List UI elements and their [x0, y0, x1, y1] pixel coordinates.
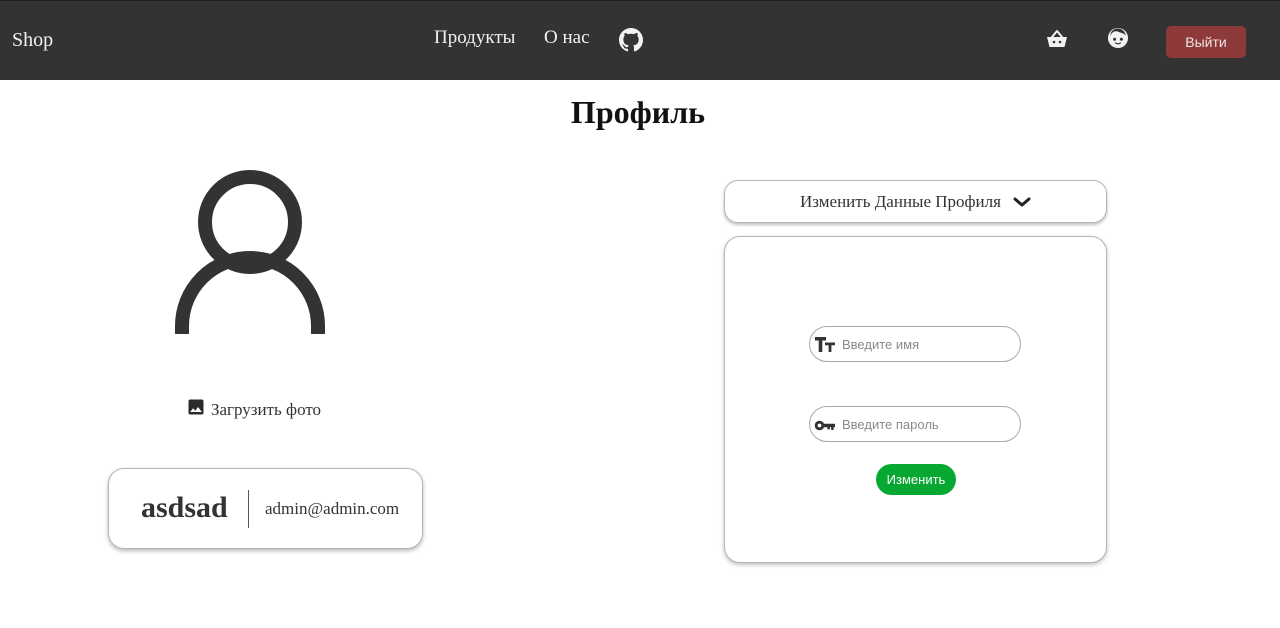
image-icon [188, 399, 204, 415]
user-avatar-icon [175, 170, 325, 334]
github-icon[interactable] [619, 28, 643, 52]
name-input[interactable] [842, 332, 1010, 356]
upload-photo-label: Загрузить фото [211, 400, 322, 419]
user-info-card: asdsad admin@admin.com [108, 468, 423, 549]
user-face-icon[interactable] [1107, 27, 1129, 49]
change-button[interactable]: Изменить [876, 464, 956, 495]
upload-photo-button[interactable]: Загрузить фото [186, 399, 322, 420]
basket-icon[interactable] [1046, 29, 1068, 49]
user-email: admin@admin.com [265, 499, 400, 518]
edit-profile-toggle[interactable]: Изменить Данные Профиля [724, 180, 1107, 223]
navbar: Shop Продукты О нас Выйти [0, 0, 1280, 80]
key-icon [814, 420, 835, 431]
nav-link-about[interactable]: О нас [544, 27, 590, 49]
password-input[interactable] [842, 412, 1010, 436]
brand-link[interactable]: Shop [12, 29, 53, 52]
card-divider [248, 490, 249, 528]
logout-button[interactable]: Выйти [1166, 26, 1246, 58]
edit-profile-toggle-label: Изменить Данные Профиля [800, 191, 1001, 211]
username: asdsad [141, 491, 228, 524]
page-title: Профиль [570, 94, 706, 130]
text-size-icon [815, 337, 835, 352]
password-field [809, 406, 1021, 442]
edit-profile-panel: Изменить [724, 236, 1107, 563]
chevron-down-icon [1013, 197, 1031, 206]
nav-link-products[interactable]: Продукты [434, 27, 515, 49]
name-field [809, 326, 1021, 362]
